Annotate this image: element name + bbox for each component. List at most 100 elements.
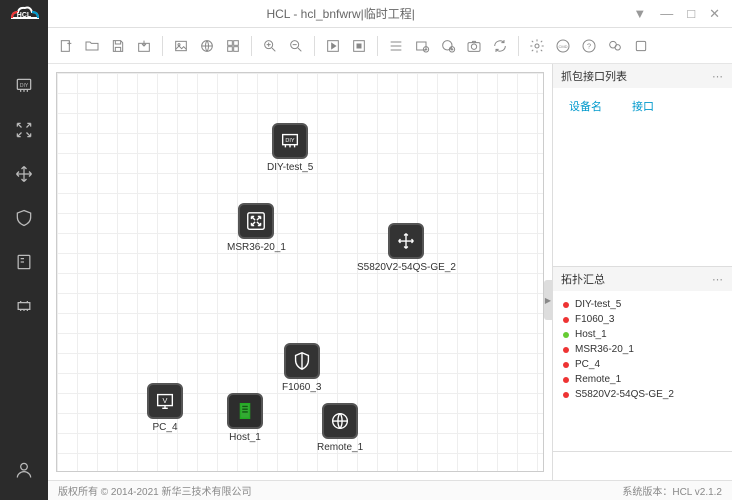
topology-panel-header[interactable]: 拓扑汇总 ⋯: [553, 267, 732, 291]
topology-item-label: MSR36-20_1: [575, 344, 634, 355]
svg-text:?: ?: [587, 41, 591, 50]
window-title: HCL - hcl_bnfwrw|临时工程|: [48, 5, 633, 22]
save-button[interactable]: [106, 34, 130, 58]
add-circle-button[interactable]: [436, 34, 460, 58]
panel-collapse-handle[interactable]: ▶: [544, 280, 552, 320]
toolbar: CMD ?: [48, 28, 732, 64]
tab-device[interactable]: 设备名: [569, 98, 602, 114]
tab-port[interactable]: 接口: [632, 98, 654, 114]
add-rect-button[interactable]: [410, 34, 434, 58]
left-sidebar: HCL DIY: [0, 0, 48, 500]
pc-icon: V: [147, 383, 183, 419]
help-button[interactable]: ?: [577, 34, 601, 58]
node-diy[interactable]: DIY DIY-test_5: [267, 123, 313, 173]
firewall-icon: [284, 343, 320, 379]
new-file-button[interactable]: [54, 34, 78, 58]
settings-button[interactable]: [525, 34, 549, 58]
close-icon[interactable]: ✕: [709, 6, 720, 22]
pin-icon[interactable]: ▼: [633, 6, 646, 22]
svg-text:DIY: DIY: [20, 83, 29, 89]
sidebar-move-icon[interactable]: [0, 152, 48, 196]
svg-text:DIY: DIY: [286, 138, 296, 144]
image-button[interactable]: [169, 34, 193, 58]
export-button[interactable]: [132, 34, 156, 58]
topology-item[interactable]: F1060_3: [559, 312, 726, 327]
camera-button[interactable]: [462, 34, 486, 58]
topology-item-label: Host_1: [575, 329, 607, 340]
wechat-button[interactable]: [603, 34, 627, 58]
topology-item[interactable]: PC_4: [559, 357, 726, 372]
node-label: DIY-test_5: [267, 162, 313, 173]
version-text: 系统版本：HCL v2.1.2: [622, 483, 722, 498]
topology-panel-title: 拓扑汇总: [561, 271, 605, 287]
sidebar-diy-icon[interactable]: DIY: [0, 64, 48, 108]
sidebar-shield-icon[interactable]: [0, 196, 48, 240]
switch-icon: [388, 223, 424, 259]
svg-text:V: V: [163, 396, 168, 405]
router-icon: [238, 203, 274, 239]
extra-button[interactable]: [629, 34, 653, 58]
copyright-text: 版权所有 © 2014-2021 新华三技术有限公司: [58, 483, 252, 498]
node-f10[interactable]: F1060_3: [282, 343, 321, 393]
node-label: PC_4: [152, 422, 177, 433]
node-label: MSR36-20_1: [227, 242, 286, 253]
topology-item-label: DIY-test_5: [575, 299, 621, 310]
host-icon: [227, 393, 263, 429]
status-dot: [563, 392, 569, 398]
status-dot: [563, 317, 569, 323]
canvas-area: DIY DIY-test_5 MSR36-20_1 S5820V2-54QS-GE_2…: [48, 64, 552, 480]
topology-canvas[interactable]: DIY DIY-test_5 MSR36-20_1 S5820V2-54QS-GE_2…: [56, 72, 544, 472]
sidebar-server-icon[interactable]: [0, 240, 48, 284]
topology-item[interactable]: Host_1: [559, 327, 726, 342]
node-label: F1060_3: [282, 382, 321, 393]
globe-button[interactable]: [195, 34, 219, 58]
sidebar-user-icon[interactable]: [0, 448, 48, 492]
node-msr[interactable]: MSR36-20_1: [227, 203, 286, 253]
right-panel: 抓包接口列表 ⋯ 设备名 接口 拓扑汇总 ⋯ DIY-test_5 F1060_3…: [552, 64, 732, 480]
capture-panel-header[interactable]: 抓包接口列表 ⋯: [553, 64, 732, 88]
node-label: Host_1: [229, 432, 261, 443]
status-dot: [563, 362, 569, 368]
node-host[interactable]: Host_1: [227, 393, 263, 443]
svg-text:CMD: CMD: [558, 44, 567, 49]
status-dot: [563, 332, 569, 338]
cmd-button[interactable]: CMD: [551, 34, 575, 58]
node-pc[interactable]: V PC_4: [147, 383, 183, 433]
node-rem[interactable]: Remote_1: [317, 403, 363, 453]
open-folder-button[interactable]: [80, 34, 104, 58]
play-button[interactable]: [321, 34, 345, 58]
remote-icon: [322, 403, 358, 439]
minimize-icon[interactable]: —: [660, 6, 673, 22]
topology-item-label: S5820V2-54QS-GE_2: [575, 389, 674, 400]
diy-icon: DIY: [272, 123, 308, 159]
list-button[interactable]: [384, 34, 408, 58]
refresh-button[interactable]: [488, 34, 512, 58]
zoom-out-button[interactable]: [284, 34, 308, 58]
status-dot: [563, 347, 569, 353]
topology-item-label: Remote_1: [575, 374, 621, 385]
node-s58[interactable]: S5820V2-54QS-GE_2: [357, 223, 456, 273]
stop-button[interactable]: [347, 34, 371, 58]
topology-list: DIY-test_5 F1060_3 Host_1 MSR36-20_1 PC_4 Rem…: [553, 291, 732, 451]
node-label: S5820V2-54QS-GE_2: [357, 262, 456, 273]
topology-item-label: F1060_3: [575, 314, 614, 325]
maximize-icon[interactable]: □: [687, 6, 695, 22]
more-icon[interactable]: ⋯: [712, 70, 724, 83]
title-bar: HCL - hcl_bnfwrw|临时工程| ▼ — □ ✕: [48, 0, 732, 28]
app-logo: HCL: [0, 0, 48, 28]
svg-text:HCL: HCL: [17, 12, 32, 19]
topology-item[interactable]: DIY-test_5: [559, 297, 726, 312]
status-bar: 版权所有 © 2014-2021 新华三技术有限公司 系统版本：HCL v2.1…: [0, 480, 732, 500]
topology-item[interactable]: S5820V2-54QS-GE_2: [559, 387, 726, 402]
topology-item[interactable]: MSR36-20_1: [559, 342, 726, 357]
zoom-in-button[interactable]: [258, 34, 282, 58]
node-label: Remote_1: [317, 442, 363, 453]
topology-item-label: PC_4: [575, 359, 600, 370]
grid-button[interactable]: [221, 34, 245, 58]
sidebar-port-icon[interactable]: [0, 284, 48, 328]
more-icon[interactable]: ⋯: [712, 273, 724, 286]
capture-panel-title: 抓包接口列表: [561, 68, 627, 84]
status-dot: [563, 302, 569, 308]
sidebar-expand-icon[interactable]: [0, 108, 48, 152]
topology-item[interactable]: Remote_1: [559, 372, 726, 387]
